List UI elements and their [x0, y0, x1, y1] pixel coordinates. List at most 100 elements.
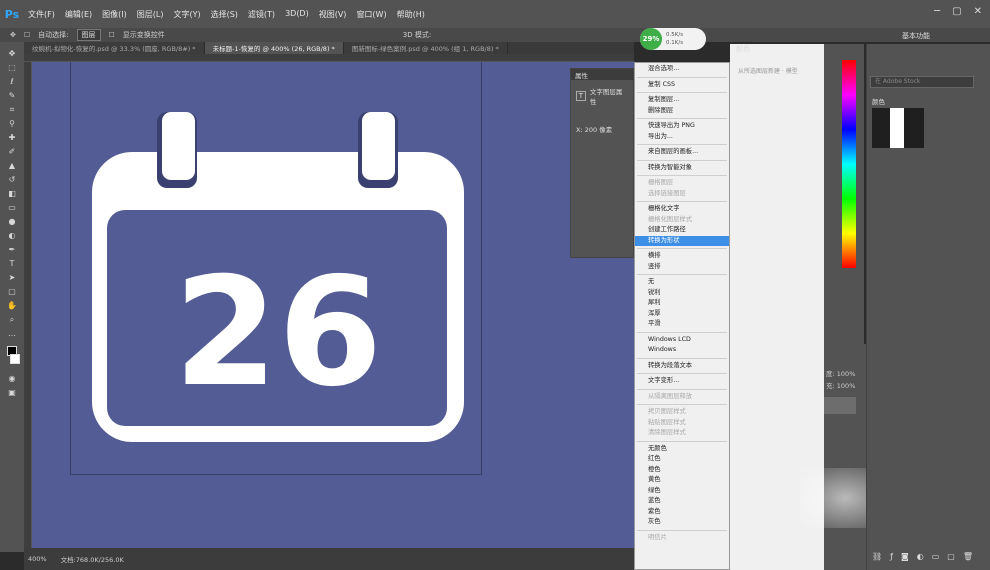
document-canvas[interactable]: 26 [32, 62, 634, 548]
marquee-tool-icon[interactable]: ⬚ [5, 62, 19, 73]
context-menu-item[interactable]: 转换为智能对象 [635, 163, 729, 174]
menu-item[interactable]: 图像(I) [102, 9, 127, 20]
library-search-input[interactable]: 在 Adobe Stock [870, 76, 974, 88]
context-menu-item[interactable]: 无颜色 [635, 444, 729, 455]
restore-icon[interactable]: ▢ [952, 6, 961, 17]
context-menu-item[interactable]: 犀利 [635, 298, 729, 309]
properties-tab[interactable]: 属性 [571, 69, 633, 80]
lasso-tool-icon[interactable]: ℓ [5, 76, 19, 87]
context-menu-item[interactable]: 灰色 [635, 517, 729, 528]
context-menu-item[interactable]: 锐利 [635, 288, 729, 299]
menu-item[interactable]: 帮助(H) [397, 9, 425, 20]
new-layer-icon[interactable]: ▢ [947, 552, 955, 561]
context-menu-item[interactable]: 创建工作路径 [635, 225, 729, 236]
menu-item[interactable]: 视图(V) [319, 9, 347, 20]
link-layers-icon[interactable]: ⛓ [872, 552, 882, 561]
folder-icon[interactable]: ▭ [932, 552, 940, 561]
workspace-switcher[interactable]: 基本功能 [902, 31, 930, 41]
fx-icon[interactable]: ƒ [890, 552, 893, 561]
context-menu-item[interactable]: 平滑 [635, 319, 729, 330]
more-tools-icon[interactable]: … [5, 328, 19, 339]
transform-checkbox[interactable]: ☐ [109, 31, 115, 39]
context-menu-item[interactable]: 横排 [635, 251, 729, 262]
move-tool-icon[interactable]: ✥ [5, 48, 19, 59]
doc-size[interactable]: 文档:768.0K/256.0K [61, 554, 124, 564]
menu-item[interactable]: 选择(S) [211, 9, 238, 20]
context-menu-item[interactable]: 竖排 [635, 262, 729, 273]
calendar-ring-right [362, 112, 395, 180]
background-color-swatch[interactable] [10, 354, 20, 364]
close-icon[interactable]: ✕ [974, 6, 982, 17]
context-menu-item[interactable]: 浑厚 [635, 309, 729, 320]
zoom-tool-icon[interactable]: ⌕ [5, 314, 19, 325]
stamp-tool-icon[interactable]: ▲ [5, 160, 19, 171]
selected-layer-row[interactable] [824, 397, 856, 414]
doc-tab[interactable]: 图新图标-绿色案例.psd @ 400% (组 1, RGB/8) * [343, 42, 508, 54]
menu-item[interactable]: 文件(F) [28, 9, 55, 20]
menu-item[interactable]: 3D(D) [285, 9, 309, 20]
x-value[interactable]: 200 像素 [585, 126, 612, 134]
eyedropper-tool-icon[interactable]: ⚲ [5, 118, 19, 129]
screen-mode-icon[interactable]: ▣ [5, 387, 19, 398]
hand-tool-icon[interactable]: ✋ [5, 300, 19, 311]
zoom-level[interactable]: 400% [28, 555, 47, 563]
history-brush-tool-icon[interactable]: ↺ [5, 174, 19, 185]
library-swatch-thumbnail[interactable] [872, 108, 924, 148]
quick-mask-icon[interactable]: ◉ [5, 373, 19, 384]
menu-separator [637, 388, 727, 390]
context-menu-item[interactable]: 橙色 [635, 465, 729, 476]
minimize-icon[interactable]: ─ [934, 6, 940, 17]
context-menu-item[interactable]: 绿色 [635, 486, 729, 497]
mask-icon[interactable]: ◙ [901, 552, 909, 561]
menu-item[interactable]: 滤镜(T) [248, 9, 275, 20]
context-menu-item[interactable]: 蓝色 [635, 496, 729, 507]
healing-tool-icon[interactable]: ✚ [5, 132, 19, 143]
move-tool-icon[interactable]: ✥ [10, 31, 16, 39]
context-menu-item[interactable]: 紫色 [635, 507, 729, 518]
color-panel-tab[interactable]: 颜色 [736, 44, 750, 54]
context-menu-item[interactable]: 来自图层的画板... [635, 147, 729, 158]
crop-tool-icon[interactable]: ⌗ [5, 104, 19, 115]
menu-item[interactable]: 文字(Y) [173, 9, 200, 20]
fill-value[interactable]: 100% [837, 382, 856, 390]
doc-tab[interactable]: 纹蜿机-拟物化-恢复的.psd @ 33.3% (圆座, RGB/8#) * [24, 42, 205, 54]
context-menu-item[interactable]: 栅格化文字 [635, 204, 729, 215]
dodge-tool-icon[interactable]: ◐ [5, 230, 19, 241]
context-menu-item[interactable]: 快速导出为 PNG [635, 121, 729, 132]
context-menu-item[interactable]: Windows [635, 345, 729, 356]
menu-separator [637, 357, 727, 359]
pen-tool-icon[interactable]: ✒ [5, 244, 19, 255]
color-spectrum[interactable] [842, 60, 856, 268]
context-menu-item[interactable]: 复制 CSS [635, 80, 729, 91]
type-tool-icon[interactable]: T [5, 258, 19, 269]
context-menu-item[interactable]: 黄色 [635, 475, 729, 486]
context-menu-item-highlighted[interactable]: 转换为形状 [635, 235, 729, 246]
context-menu-item[interactable]: 文字变形... [635, 376, 729, 387]
context-menu-item[interactable]: 复制图层... [635, 95, 729, 106]
menu-item[interactable]: 编辑(E) [65, 9, 92, 20]
trash-icon[interactable]: 🗑 [963, 552, 973, 561]
context-menu-item[interactable]: 红色 [635, 454, 729, 465]
context-menu-item[interactable]: Windows LCD [635, 335, 729, 346]
menu-item[interactable]: 窗口(W) [356, 9, 386, 20]
menu-item[interactable]: 图层(L) [137, 9, 164, 20]
calendar-icon-artwork: 26 [92, 112, 464, 442]
path-select-tool-icon[interactable]: ➤ [5, 272, 19, 283]
opacity-value[interactable]: 100% [837, 370, 856, 378]
doc-tab-active[interactable]: 未标题-1-恢复的 @ 400% (26, RGB/8) * [204, 42, 344, 54]
quick-select-tool-icon[interactable]: ✎ [5, 90, 19, 101]
blur-tool-icon[interactable]: ● [5, 216, 19, 227]
adjustment-icon[interactable]: ◐ [917, 552, 924, 561]
context-menu-item[interactable]: 导出为... [635, 132, 729, 143]
context-menu-item[interactable]: 无 [635, 277, 729, 288]
context-menu-item[interactable]: 转换为段落文本 [635, 361, 729, 372]
gradient-tool-icon[interactable]: ▭ [5, 202, 19, 213]
context-menu-item[interactable]: 删除图层 [635, 106, 729, 117]
brush-tool-icon[interactable]: ✐ [5, 146, 19, 157]
ruler-vertical [24, 62, 32, 548]
auto-select-checkbox[interactable]: ☐ [24, 31, 30, 39]
context-menu-item[interactable]: 混合选项... [635, 64, 729, 75]
shape-tool-icon[interactable]: ▢ [5, 286, 19, 297]
auto-select-dropdown[interactable]: 图层 [76, 29, 101, 41]
eraser-tool-icon[interactable]: ◧ [5, 188, 19, 199]
